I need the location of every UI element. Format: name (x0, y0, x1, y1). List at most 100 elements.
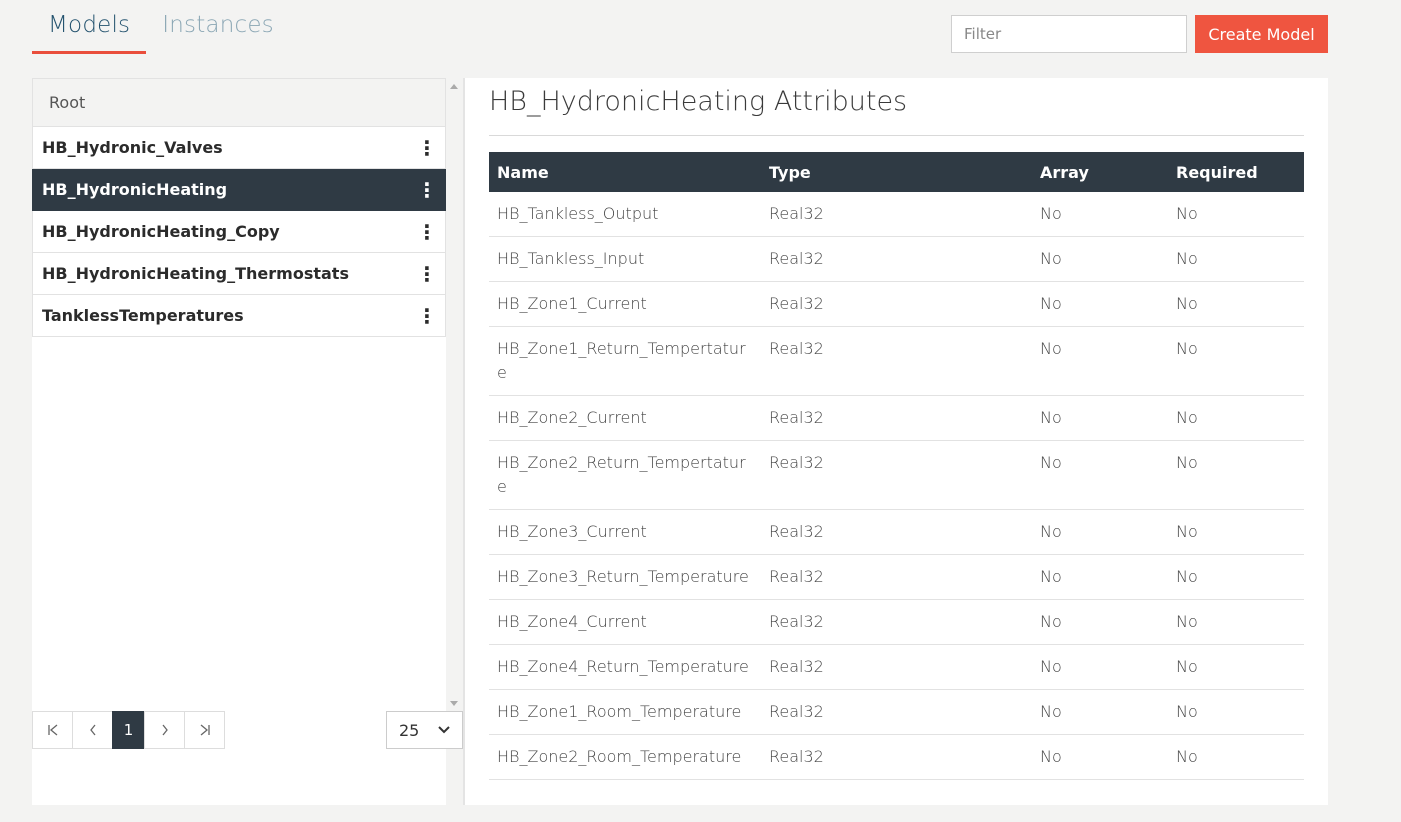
cell-type: Real32 (761, 509, 1032, 555)
tree-item-label: HB_HydronicHeating_Copy (42, 222, 280, 241)
scroll-up-arrow-icon[interactable] (450, 84, 458, 89)
first-page-button[interactable] (32, 711, 73, 749)
cell-array: No (1032, 509, 1168, 555)
cell-array: No (1032, 440, 1168, 510)
cell-array: No (1032, 734, 1168, 780)
cell-required: No (1168, 395, 1304, 441)
last-page-icon (200, 724, 210, 736)
chevron-right-icon (161, 724, 168, 736)
tree-item-label: TanklessTemperatures (42, 306, 244, 325)
cell-name: HB_Tankless_Input (489, 236, 761, 282)
page-title: HB_HydronicHeating Attributes (489, 86, 908, 117)
more-options-icon[interactable]: ⋮ (417, 180, 437, 200)
cell-type: Real32 (761, 395, 1032, 441)
more-options-icon[interactable]: ⋮ (417, 138, 437, 158)
cell-type: Real32 (761, 644, 1032, 690)
title-divider (489, 135, 1304, 136)
table-row[interactable]: HB_Zone2_Current Real32 No No (489, 395, 1304, 441)
scroll-down-arrow-icon[interactable] (450, 701, 458, 706)
page-button-current[interactable]: 1 (112, 711, 145, 749)
next-page-button[interactable] (144, 711, 185, 749)
page-size-value: 25 (399, 720, 420, 740)
cell-array: No (1032, 554, 1168, 600)
table-row[interactable]: HB_Zone2_Return_Tempertature Real32 No No (489, 440, 1304, 510)
column-header-array[interactable]: Array (1032, 152, 1168, 192)
cell-name: HB_Zone1_Return_Tempertature (489, 326, 761, 396)
cell-array: No (1032, 395, 1168, 441)
attributes-panel: HB_HydronicHeating Attributes Name Type … (465, 78, 1328, 805)
cell-array: No (1032, 326, 1168, 396)
table-row[interactable]: HB_Tankless_Output Real32 No No (489, 192, 1304, 237)
cell-required: No (1168, 599, 1304, 645)
cell-name: HB_Zone1_Current (489, 281, 761, 327)
chevron-left-icon (89, 724, 96, 736)
cell-name: HB_Zone4_Current (489, 599, 761, 645)
cell-name: HB_Tankless_Output (489, 192, 761, 237)
column-header-required[interactable]: Required (1168, 152, 1304, 192)
cell-type: Real32 (761, 734, 1032, 780)
table-row[interactable]: HB_Zone1_Current Real32 No No (489, 281, 1304, 327)
cell-required: No (1168, 326, 1304, 396)
cell-required: No (1168, 734, 1304, 780)
table-row[interactable]: HB_Zone3_Current Real32 No No (489, 509, 1304, 555)
cell-array: No (1032, 192, 1168, 237)
cell-required: No (1168, 440, 1304, 510)
column-header-name[interactable]: Name (489, 152, 761, 192)
cell-required: No (1168, 236, 1304, 282)
table-row[interactable]: HB_Zone1_Return_Tempertature Real32 No No (489, 326, 1304, 396)
tree-item[interactable]: TanklessTemperatures ⋮ (32, 295, 446, 337)
cell-type: Real32 (761, 236, 1032, 282)
cell-array: No (1032, 644, 1168, 690)
table-row[interactable]: HB_Zone1_Room_Temperature Real32 No No (489, 689, 1304, 735)
cell-required: No (1168, 644, 1304, 690)
column-header-type[interactable]: Type (761, 152, 1032, 192)
filter-input[interactable] (951, 15, 1187, 53)
create-model-button[interactable]: Create Model (1195, 15, 1328, 53)
tree-item[interactable]: HB_Hydronic_Valves ⋮ (32, 127, 446, 169)
tree-item[interactable]: HB_HydronicHeating_Copy ⋮ (32, 211, 446, 253)
cell-type: Real32 (761, 440, 1032, 510)
cell-type: Real32 (761, 281, 1032, 327)
more-options-icon[interactable]: ⋮ (417, 222, 437, 242)
cell-array: No (1032, 236, 1168, 282)
cell-name: HB_Zone4_Return_Temperature (489, 644, 761, 690)
more-options-icon[interactable]: ⋮ (417, 306, 437, 326)
tree-item[interactable]: HB_HydronicHeating_Thermostats ⋮ (32, 253, 446, 295)
more-options-icon[interactable]: ⋮ (417, 264, 437, 284)
first-page-icon (47, 724, 57, 736)
cell-type: Real32 (761, 192, 1032, 237)
tab-models[interactable]: Models (32, 0, 147, 54)
table-row[interactable]: HB_Zone4_Current Real32 No No (489, 599, 1304, 645)
page-size-select[interactable]: 25 (386, 711, 463, 749)
cell-array: No (1032, 599, 1168, 645)
cell-required: No (1168, 689, 1304, 735)
prev-page-button[interactable] (72, 711, 113, 749)
cell-type: Real32 (761, 554, 1032, 600)
table-header-row: Name Type Array Required (489, 152, 1304, 192)
cell-required: No (1168, 281, 1304, 327)
cell-array: No (1032, 689, 1168, 735)
tab-instances[interactable]: Instances (146, 0, 290, 54)
top-tabs: Models Instances (32, 0, 290, 54)
tree-item-label: HB_HydronicHeating_Thermostats (42, 264, 349, 283)
model-tree-panel: Root HB_Hydronic_Valves ⋮ HB_HydronicHeati… (32, 78, 446, 805)
cell-required: No (1168, 554, 1304, 600)
tree-scrollbar[interactable] (446, 78, 463, 710)
cell-name: HB_Zone2_Return_Tempertature (489, 440, 761, 510)
cell-name: HB_Zone3_Return_Temperature (489, 554, 761, 600)
cell-name: HB_Zone2_Current (489, 395, 761, 441)
tree-list: HB_Hydronic_Valves ⋮ HB_HydronicHeating ⋮ HB… (32, 127, 446, 337)
cell-name: HB_Zone3_Current (489, 509, 761, 555)
cell-type: Real32 (761, 599, 1032, 645)
table-row[interactable]: HB_Zone4_Return_Temperature Real32 No No (489, 644, 1304, 690)
tree-item[interactable]: HB_HydronicHeating ⋮ (32, 169, 446, 211)
table-row[interactable]: HB_Zone3_Return_Temperature Real32 No No (489, 554, 1304, 600)
cell-array: No (1032, 281, 1168, 327)
cell-name: HB_Zone2_Room_Temperature (489, 734, 761, 780)
last-page-button[interactable] (184, 711, 225, 749)
tree-root[interactable]: Root (32, 78, 446, 127)
attributes-table: Name Type Array Required HB_Tankless_Out… (489, 152, 1304, 780)
cell-name: HB_Zone1_Room_Temperature (489, 689, 761, 735)
table-row[interactable]: HB_Zone2_Room_Temperature Real32 No No (489, 734, 1304, 780)
table-row[interactable]: HB_Tankless_Input Real32 No No (489, 236, 1304, 282)
